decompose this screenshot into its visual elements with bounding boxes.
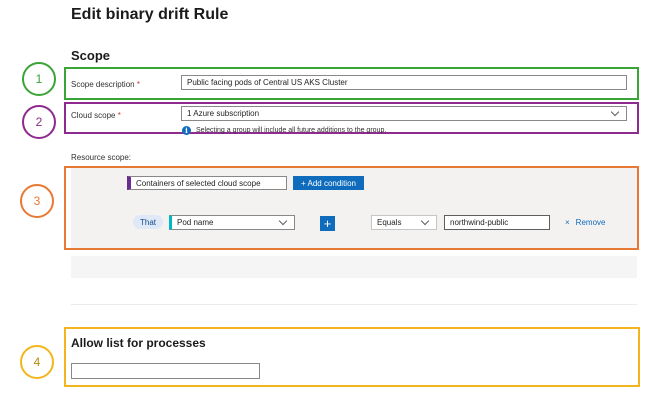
cloud-scope-label-text: Cloud scope [71,111,116,120]
resource-scope-panel-footer [71,256,637,278]
add-subcondition-button[interactable]: + [320,216,335,231]
scope-description-input[interactable]: Public facing pods of Central US AKS Clu… [181,75,627,90]
divider [71,304,637,305]
callout-1: 1 [22,62,56,96]
containers-scope-text: Containers of selected cloud scope [136,178,261,188]
callout-2: 2 [22,105,56,139]
add-condition-button[interactable]: + Add condition [293,176,364,190]
cloud-scope-dropdown[interactable]: 1 Azure subscription [181,106,627,121]
remove-condition-button[interactable]: × Remove [565,218,605,227]
containers-scope-tag: Containers of selected cloud scope [127,176,287,190]
allow-list-heading: Allow list for processes [71,336,206,350]
scope-description-value: Public facing pods of Central US AKS Clu… [187,78,348,87]
condition-value-text: northwind-public [450,218,509,227]
condition-field-value: Pod name [177,218,214,227]
callout-4: 4 [20,345,54,379]
callout-3: 3 [20,184,54,218]
condition-value-input[interactable]: northwind-public [444,215,550,230]
scope-heading: Scope [71,48,111,63]
cloud-scope-label: Cloud scope * [71,111,121,120]
required-mark: * [117,111,121,120]
info-icon: i [182,125,191,135]
cloud-scope-value: 1 Azure subscription [187,109,260,118]
chevron-down-icon [610,107,620,117]
chevron-down-icon [278,216,288,226]
scope-description-label: Scope description * [71,80,140,89]
resource-scope-label: Resource scope: [71,153,132,162]
allow-list-input[interactable] [71,363,260,379]
condition-field-dropdown[interactable]: Pod name [169,215,295,230]
close-icon: × [565,218,570,227]
condition-operator-dropdown[interactable]: Equals [371,215,437,230]
that-operator-pill: That [133,215,163,229]
cloud-scope-info: i Selecting a group will include all fut… [182,125,386,135]
required-mark: * [136,80,140,89]
remove-label: Remove [575,218,606,227]
page-title: Edit binary drift Rule [71,6,229,23]
chevron-down-icon [420,216,430,226]
scope-description-label-text: Scope description [71,80,135,89]
condition-operator-value: Equals [377,218,402,227]
cloud-scope-info-text: Selecting a group will include all futur… [196,126,387,134]
